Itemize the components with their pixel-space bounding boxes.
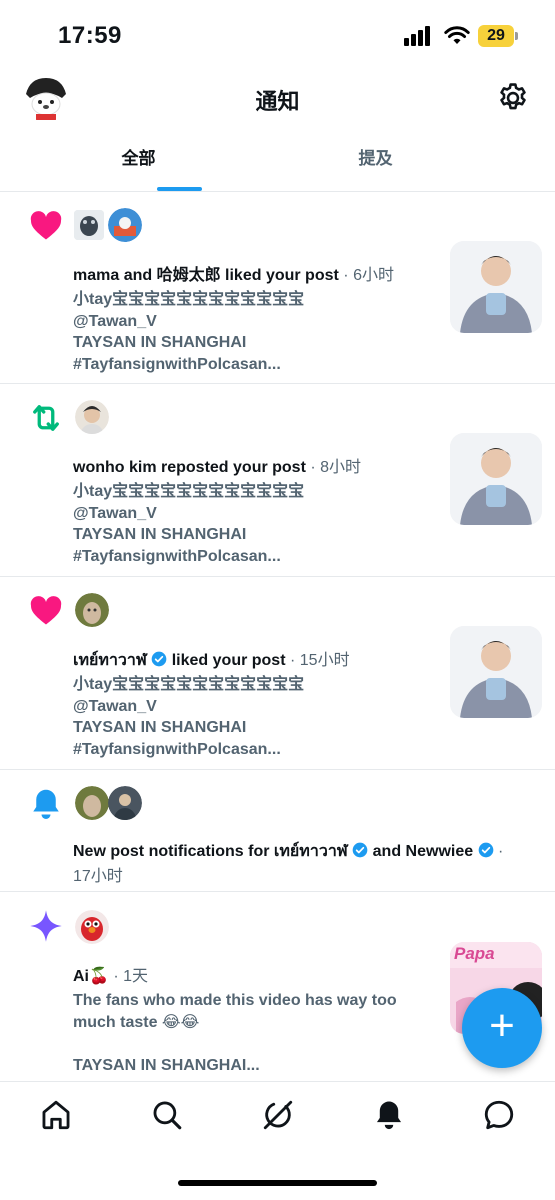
grok-icon[interactable] <box>261 1098 295 1132</box>
actor-avatar[interactable] <box>75 786 109 820</box>
settings-gear-icon[interactable] <box>496 81 530 115</box>
post-preview: 小tay宝宝宝宝宝宝宝宝宝宝宝宝 @Tawan_V TAYSAN IN SHAN… <box>73 291 305 373</box>
verified-badge-icon <box>478 842 493 858</box>
notification-time: 17小时 <box>73 868 123 885</box>
actor-avatar[interactable] <box>108 786 142 820</box>
page-title: 通知 <box>255 89 300 114</box>
battery-indicator: 29 <box>478 25 518 47</box>
post-thumbnail[interactable] <box>450 241 542 333</box>
status-time: 17:59 <box>58 22 122 49</box>
notification-tabs: 全部 提及 <box>0 130 555 192</box>
notification-headline: mama and 哈姆太郎 liked your post · 6小时 <box>73 267 394 284</box>
actor-avatar[interactable] <box>75 400 109 434</box>
verified-badge-icon <box>151 651 167 667</box>
repost-icon <box>33 405 59 431</box>
post-thumbnail[interactable] <box>450 433 542 525</box>
signal-icon <box>404 26 436 46</box>
notification-feed[interactable]: mama and 哈姆太郎 liked your post · 6小时 小tay… <box>0 192 555 1081</box>
plus-icon: + <box>489 1001 515 1050</box>
sparkle-icon <box>30 910 62 942</box>
notification-item[interactable]: New post notifications for เทย์ทาวาฬ and… <box>0 770 555 892</box>
post-preview: 小tay宝宝宝宝宝宝宝宝宝宝宝宝 @Tawan_V TAYSAN IN SHAN… <box>73 676 305 758</box>
active-tab-indicator <box>157 187 202 191</box>
post-thumbnail[interactable] <box>450 626 542 718</box>
header: 通知 <box>0 68 555 130</box>
thumbnail-caption: Papa <box>454 944 495 963</box>
home-icon[interactable] <box>39 1098 73 1132</box>
compose-button[interactable]: + <box>462 988 542 1068</box>
notification-item[interactable]: เทย์ทาวาฬ liked your post · 15小时 小tay宝宝宝… <box>0 577 555 770</box>
heart-icon <box>30 211 62 240</box>
tab-mentions[interactable]: 提及 <box>278 130 473 192</box>
wifi-icon <box>444 26 470 44</box>
bell-icon <box>33 789 59 819</box>
notification-headline: wonho kim reposted your post · 8小时 <box>73 459 362 476</box>
notification-headline: Ai🍒 · 1天 <box>73 968 149 985</box>
actor-avatar[interactable] <box>74 210 104 240</box>
post-preview: 小tay宝宝宝宝宝宝宝宝宝宝宝宝 @Tawan_V TAYSAN IN SHAN… <box>73 483 305 565</box>
actor-avatar[interactable] <box>75 910 109 944</box>
search-icon[interactable] <box>150 1098 184 1132</box>
messages-icon[interactable] <box>482 1098 516 1132</box>
verified-badge-icon <box>352 842 368 858</box>
home-indicator <box>178 1180 377 1186</box>
actor-avatar[interactable] <box>108 208 142 242</box>
notification-item[interactable]: mama and 哈姆太郎 liked your post · 6小时 小tay… <box>0 192 555 384</box>
notification-headline: เทย์ทาวาฬ liked your post · 15小时 <box>73 651 350 669</box>
post-preview: The fans who made this video has way too… <box>73 992 397 1074</box>
heart-icon <box>30 596 62 625</box>
notifications-icon[interactable] <box>372 1098 406 1132</box>
tab-all[interactable]: 全部 <box>41 130 236 192</box>
notification-headline: New post notifications for เทย์ทาวาฬ and… <box>73 842 504 860</box>
actor-avatar[interactable] <box>75 593 109 627</box>
status-bar: 17:59 29 <box>0 0 555 68</box>
notification-item[interactable]: wonho kim reposted your post · 8小时 小tay宝… <box>0 384 555 577</box>
